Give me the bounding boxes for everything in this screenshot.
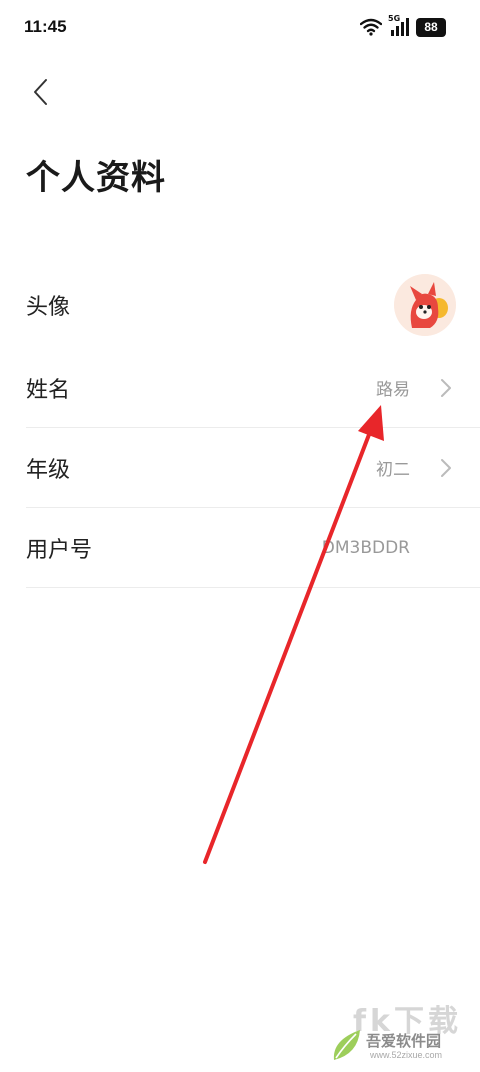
status-bar: 11:45 5G 88 bbox=[0, 0, 480, 56]
name-label: 姓名 bbox=[26, 377, 71, 403]
battery-level: 88 bbox=[424, 20, 438, 34]
watermark-site-url: www.52zixue.com bbox=[370, 1050, 443, 1060]
grade-row[interactable]: 年级 初二 bbox=[26, 428, 480, 508]
avatar-row[interactable]: 头像 bbox=[26, 262, 480, 348]
avatar[interactable] bbox=[394, 274, 456, 336]
cellular-signal-icon: 5G bbox=[388, 14, 410, 38]
fox-mascot-icon bbox=[394, 274, 456, 336]
grade-value: 初二 bbox=[376, 460, 410, 480]
watermark-site-name: 吾爱软件园 bbox=[366, 1032, 442, 1050]
chevron-right-icon bbox=[438, 377, 454, 399]
user-id-value: DM3BDDR bbox=[321, 537, 410, 558]
leaf-icon bbox=[333, 1030, 360, 1060]
status-icons: 5G 88 bbox=[360, 14, 446, 38]
network-type-label: 5G bbox=[388, 14, 401, 23]
back-button[interactable] bbox=[20, 70, 60, 114]
name-row[interactable]: 姓名 路易 bbox=[26, 348, 480, 428]
profile-list: 头像 姓名 路易 年级 初二 用户号 DM3BDDR bbox=[26, 262, 480, 588]
chevron-left-icon bbox=[34, 79, 47, 105]
status-time: 11:45 bbox=[24, 17, 67, 36]
grade-label: 年级 bbox=[26, 457, 71, 483]
watermark-logo: fk下载 吾爱软件园 www.52zixue.com bbox=[330, 996, 470, 1064]
avatar-label: 头像 bbox=[26, 295, 71, 320]
name-value: 路易 bbox=[376, 380, 410, 400]
wifi-icon bbox=[360, 18, 382, 36]
user-id-row: 用户号 DM3BDDR bbox=[26, 508, 480, 588]
page-title: 个人资料 bbox=[26, 158, 166, 198]
user-id-label: 用户号 bbox=[26, 537, 93, 563]
battery-icon: 88 bbox=[416, 17, 446, 37]
chevron-right-icon bbox=[438, 457, 454, 479]
